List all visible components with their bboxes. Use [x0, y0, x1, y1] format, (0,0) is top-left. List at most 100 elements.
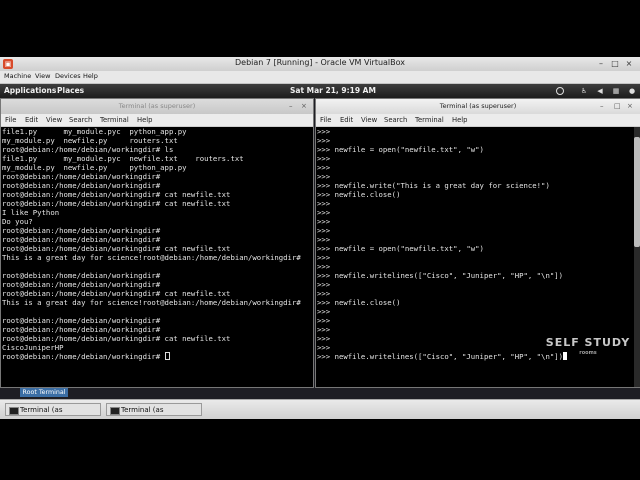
terminal-line: root@debian:/home/debian/workingdir# ls — [2, 145, 174, 154]
terminal-line: Do you? — [2, 217, 33, 226]
terminal-line: >>> newfile = open("newfile.txt", "w") — [317, 145, 484, 154]
terminal-line: >>> — [317, 208, 331, 217]
terminal-line: >>> newfile.writelines(["Cisco", "Junipe… — [317, 271, 564, 280]
terminal-line: root@debian:/home/debian/workingdir# — [2, 316, 161, 325]
menu-help[interactable]: Help — [137, 116, 153, 124]
menu-view[interactable]: View — [361, 116, 377, 124]
terminal-line: root@debian:/home/debian/workingdir# — [2, 352, 312, 361]
accessibility-icon[interactable]: ♿ — [580, 87, 588, 95]
terminal-line: root@debian:/home/debian/workingdir# cat… — [2, 289, 231, 298]
scrollbar-thumb[interactable] — [634, 137, 640, 247]
terminal-line: >>> — [317, 316, 331, 325]
terminal-right-menu: File Edit View Search Terminal Help — [316, 114, 640, 127]
clock[interactable]: Sat Mar 21, 9:19 AM — [290, 86, 376, 95]
terminal-line: root@debian:/home/debian/workingdir# — [2, 226, 161, 235]
terminal-line: >>> — [317, 163, 331, 172]
menu-terminal[interactable]: Terminal — [415, 116, 444, 124]
terminal-left-menu: File Edit View Search Terminal Help — [1, 114, 313, 127]
terminal-line: >>> — [317, 289, 331, 298]
close-icon[interactable]: × — [622, 59, 636, 69]
close-icon[interactable]: × — [301, 102, 307, 110]
menu-help[interactable]: Help — [83, 72, 98, 80]
bottom-taskbar: Terminal (as superuser) Terminal (as sup… — [0, 399, 640, 419]
volume-icon[interactable]: ◀ — [596, 87, 604, 95]
taskbar-item-terminal-2[interactable]: Terminal (as superuser) — [106, 403, 202, 416]
terminal-line: file1.py my_module.pyc newfile.txt route… — [2, 154, 244, 163]
terminal-line: >>> — [317, 136, 331, 145]
gnome-top-panel: Applications Places Sat Mar 21, 9:19 AM … — [0, 84, 640, 98]
terminal-line: root@debian:/home/debian/workingdir# — [2, 271, 161, 280]
watermark-logo: SELF STUDY rooms — [538, 336, 638, 376]
terminal-line: >>> — [317, 199, 331, 208]
terminal-line: >>> — [317, 325, 331, 334]
watermark-subtext: rooms — [579, 350, 597, 356]
terminal-left-output[interactable]: file1.py my_module.pyc python_app.py my_m… — [1, 127, 313, 387]
terminal-line: root@debian:/home/debian/workingdir# — [2, 280, 161, 289]
maximize-icon[interactable]: □ — [614, 102, 621, 110]
menu-search[interactable]: Search — [384, 116, 407, 124]
taskbar-item-terminal-1[interactable]: Terminal (as superuser) — [5, 403, 101, 416]
power-icon[interactable] — [556, 87, 564, 95]
terminal-line: This is a great day for science!root@deb… — [2, 253, 301, 262]
watermark-text: SELF STUDY — [545, 336, 631, 349]
terminal-line: root@debian:/home/debian/workingdir# cat… — [2, 199, 231, 208]
places-menu[interactable]: Places — [57, 86, 84, 95]
terminal-line: root@debian:/home/debian/workingdir# — [2, 172, 161, 181]
menu-edit[interactable]: Edit — [340, 116, 353, 124]
terminal-line: >>> — [317, 307, 331, 316]
terminal-line: >>> — [317, 217, 331, 226]
minimize-icon[interactable]: – — [594, 59, 608, 69]
terminal-icon — [110, 407, 120, 415]
menu-file[interactable]: File — [5, 116, 16, 124]
menu-terminal[interactable]: Terminal — [100, 116, 129, 124]
terminal-line: This is a great day for science!root@deb… — [2, 298, 301, 307]
terminal-line: >>> — [317, 226, 331, 235]
applications-menu[interactable]: Applications — [4, 86, 56, 95]
menu-view[interactable]: View — [46, 116, 62, 124]
minimize-icon[interactable]: – — [289, 102, 293, 110]
terminal-line: >>> — [317, 253, 331, 262]
terminal-line: root@debian:/home/debian/workingdir# — [2, 325, 161, 334]
menu-edit[interactable]: Edit — [25, 116, 38, 124]
terminal-window-left[interactable]: Terminal (as superuser) – × File Edit Vi… — [0, 98, 314, 388]
terminal-right-title: Terminal (as superuser) — [316, 99, 640, 114]
terminal-line: I like Python — [2, 208, 60, 217]
terminal-line: file1.py my_module.pyc python_app.py — [2, 127, 187, 136]
terminal-line: >>> — [317, 172, 331, 181]
menu-file[interactable]: File — [320, 116, 331, 124]
network-icon[interactable]: ▦ — [612, 87, 620, 95]
terminal-left-title: Terminal (as superuser) — [1, 99, 313, 114]
terminal-line: >>> newfile.close() — [317, 190, 401, 199]
vbox-title-bar[interactable]: ▣ Debian 7 [Running] - Oracle VM Virtual… — [0, 57, 640, 72]
minimize-icon[interactable]: – — [600, 102, 604, 110]
terminal-line: CiscoJuniperHP — [2, 343, 64, 352]
text-cursor — [164, 352, 170, 360]
terminal-line: >>> — [317, 235, 331, 244]
terminal-line: root@debian:/home/debian/workingdir# cat… — [2, 190, 231, 199]
menu-devices[interactable]: Devices — [55, 72, 81, 80]
terminal-line: root@debian:/home/debian/workingdir# — [2, 181, 161, 190]
menu-view[interactable]: View — [35, 72, 50, 80]
terminal-line: >>> — [317, 262, 331, 271]
terminal-line: >>> newfile.close() — [317, 298, 401, 307]
close-icon[interactable]: × — [627, 102, 633, 110]
terminal-line: my_module.py newfile.py python_app.py — [2, 163, 187, 172]
terminal-line: >>> newfile = open("newfile.txt", "w") — [317, 244, 484, 253]
maximize-icon[interactable]: □ — [608, 59, 622, 69]
terminal-line: >>> — [317, 127, 331, 136]
menu-help[interactable]: Help — [452, 116, 468, 124]
menu-search[interactable]: Search — [69, 116, 92, 124]
terminal-line: my_module.py newfile.py routers.txt — [2, 136, 178, 145]
menu-machine[interactable]: Machine — [4, 72, 31, 80]
terminal-line: root@debian:/home/debian/workingdir# cat… — [2, 244, 231, 253]
terminal-line: >>> — [317, 154, 331, 163]
terminal-line: >>> — [317, 280, 331, 289]
user-icon[interactable]: ● — [628, 87, 636, 95]
taskbar-item-label: Terminal (as superuser) — [20, 406, 63, 414]
tooltip: Root Terminal — [20, 388, 68, 397]
terminal-line: root@debian:/home/debian/workingdir# cat… — [2, 334, 231, 343]
terminal-line: root@debian:/home/debian/workingdir# — [2, 235, 161, 244]
taskbar-item-label: Terminal (as superuser) — [121, 406, 164, 414]
